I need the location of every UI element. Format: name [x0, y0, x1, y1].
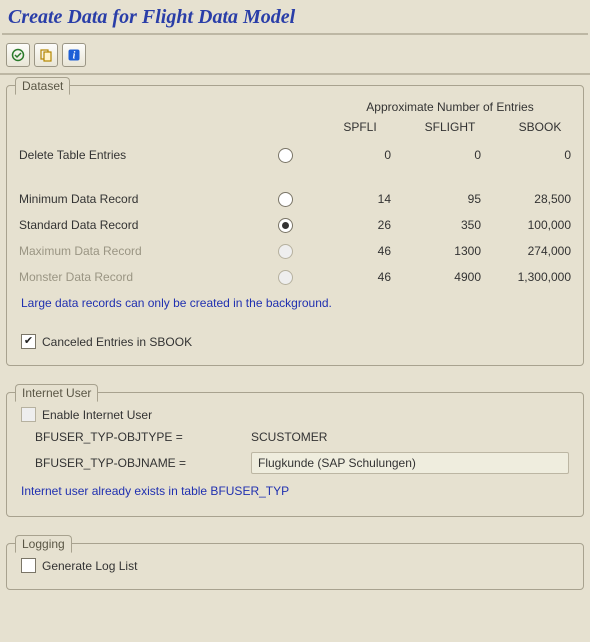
internet-user-group: Internet User Enable Internet User BFUSE…: [6, 392, 584, 517]
label-canceled-sbook: Canceled Entries in SBOOK: [42, 335, 192, 349]
row-monster-c2: 4900: [405, 270, 495, 284]
row-maximum-c1: 46: [315, 244, 405, 258]
radio-minimum[interactable]: [278, 192, 293, 207]
row-minimum-label: Minimum Data Record: [15, 192, 255, 206]
row-delete-c3: 0: [495, 148, 585, 162]
value-objtype: SCUSTOMER: [251, 430, 569, 444]
info-button[interactable]: i: [62, 43, 86, 67]
checkbox-canceled-sbook[interactable]: ✔: [21, 334, 36, 349]
execute-icon: [11, 48, 25, 62]
row-monster: Monster Data Record 46 4900 1,300,000: [15, 264, 575, 290]
row-delete-c2: 0: [405, 148, 495, 162]
label-enable-internet-user: Enable Internet User: [42, 408, 152, 422]
row-minimum-c2: 95: [405, 192, 495, 206]
row-minimum-c1: 14: [315, 192, 405, 206]
radio-monster: [278, 270, 293, 285]
row-standard-label: Standard Data Record: [15, 218, 255, 232]
internet-user-legend: Internet User: [15, 384, 98, 402]
row-standard-c2: 350: [405, 218, 495, 232]
col-sflight: SFLIGHT: [405, 120, 495, 134]
row-monster-c1: 46: [315, 270, 405, 284]
copy-variant-icon: [39, 48, 53, 62]
row-minimum: Minimum Data Record 14 95 28,500: [15, 186, 575, 212]
row-minimum-c3: 28,500: [495, 192, 585, 206]
toolbar-divider: [0, 73, 590, 75]
label-generate-log-list: Generate Log List: [42, 559, 137, 573]
row-standard: Standard Data Record 26 350 100,000: [15, 212, 575, 238]
col-sbook: SBOOK: [495, 120, 585, 134]
radio-delete[interactable]: [278, 148, 293, 163]
radio-maximum: [278, 244, 293, 259]
execute-button[interactable]: [6, 43, 30, 67]
row-maximum-c2: 1300: [405, 244, 495, 258]
svg-text:i: i: [73, 51, 76, 62]
row-maximum-c3: 274,000: [495, 244, 585, 258]
row-maximum-label: Maximum Data Record: [15, 244, 255, 258]
row-delete-c1: 0: [315, 148, 405, 162]
dataset-group: Dataset Approximate Number of Entries SP…: [6, 85, 584, 366]
dataset-note: Large data records can only be created i…: [15, 290, 575, 316]
copy-variant-button[interactable]: [34, 43, 58, 67]
row-maximum: Maximum Data Record 46 1300 274,000: [15, 238, 575, 264]
toolbar: i: [0, 39, 590, 73]
logging-legend: Logging: [15, 535, 72, 553]
checkbox-enable-internet-user: [21, 407, 36, 422]
entries-header: Approximate Number of Entries: [315, 100, 585, 116]
title-divider: [2, 33, 588, 35]
row-standard-c1: 26: [315, 218, 405, 232]
internet-user-note: Internet user already exists in table BF…: [15, 478, 575, 504]
row-monster-label: Monster Data Record: [15, 270, 255, 284]
page-title: Create Data for Flight Data Model: [0, 0, 590, 33]
logging-group: Logging Generate Log List: [6, 543, 584, 590]
label-objtype: BFUSER_TYP-OBJTYPE =: [21, 430, 251, 444]
label-objname: BFUSER_TYP-OBJNAME =: [21, 456, 251, 470]
radio-standard[interactable]: [278, 218, 293, 233]
info-icon: i: [67, 48, 81, 62]
row-standard-c3: 100,000: [495, 218, 585, 232]
row-monster-c3: 1,300,000: [495, 270, 585, 284]
input-objname[interactable]: Flugkunde (SAP Schulungen): [251, 452, 569, 474]
col-spfli: SPFLI: [315, 120, 405, 134]
checkbox-generate-log-list[interactable]: [21, 558, 36, 573]
row-delete: Delete Table Entries 0 0 0: [15, 142, 575, 168]
dataset-legend: Dataset: [15, 77, 70, 95]
row-delete-label: Delete Table Entries: [15, 148, 255, 162]
